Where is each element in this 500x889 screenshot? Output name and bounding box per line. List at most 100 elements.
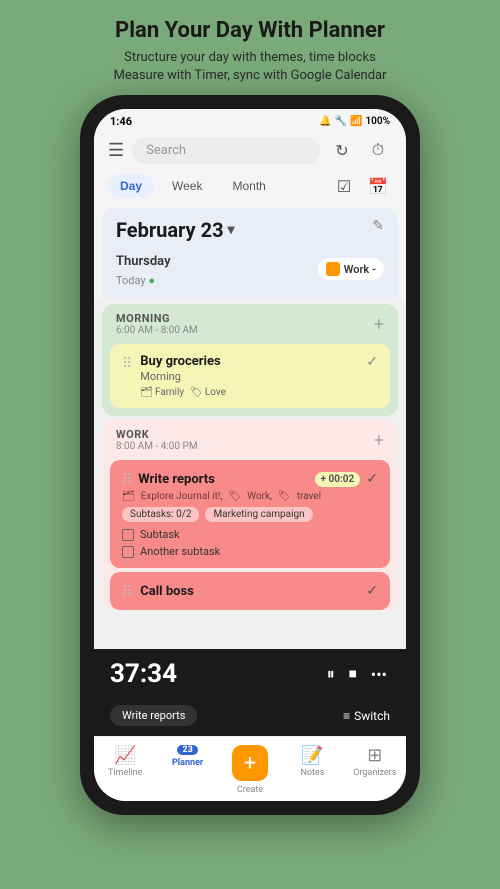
notification-icon: 🔔 [319,116,331,127]
organizers-icon: ⊞ [367,745,382,766]
timeline-label: Timeline [108,768,142,778]
work-section: WORK 8:00 AM - 4:00 PM + ⠿ Write reports… [102,420,398,610]
notes-icon: 📝 [301,745,323,766]
planner-badge: 23 [177,745,197,755]
task-check-icon[interactable]: ✓ [366,354,378,370]
morning-section: MORNING 6:00 AM - 8:00 AM + ⠿ Buy grocer… [102,304,398,416]
work-badge-label: Work - [344,263,376,276]
create-button[interactable]: + [232,745,268,781]
battery-indicator: 100% [365,116,390,127]
task-tags: 🗂 Family 🏷 Love [140,387,358,398]
work-tag-journal-icon: 🗂 [122,491,135,502]
subtasks-chip[interactable]: Subtasks: 0/2 [122,507,199,522]
morning-section-header: MORNING 6:00 AM - 8:00 AM + [102,304,398,340]
task-tag-family: 🗂 Family [140,387,184,398]
status-time: 1:46 [110,115,132,128]
status-icons: 🔔 🔧 📶 100% [319,116,390,127]
phone-frame: 1:46 🔔 🔧 📶 100% ☰ Search ↻ ⏱ Day Week Mo… [80,95,420,815]
work-drag-handle-icon: ⠿ [122,470,132,488]
timeline-icon: 📈 [114,745,136,766]
nav-create[interactable]: + Create [219,737,281,801]
day-label: Thursday [116,254,171,269]
work-section-header: WORK 8:00 AM - 4:00 PM + [102,420,398,456]
nav-timeline[interactable]: 📈 Timeline [94,737,156,801]
notes-label: Notes [300,768,324,778]
app-header: ☰ Search ↻ ⏱ [94,132,406,172]
menu-icon[interactable]: ☰ [108,140,124,161]
work-task-title: Write reports [138,472,308,487]
search-bar[interactable]: Search [132,137,320,164]
refresh-icon[interactable]: ↻ [328,136,356,164]
check-list-icon[interactable]: ☑ [330,172,358,200]
call-boss-check-icon[interactable]: ✓ [366,583,378,599]
task-info: Buy groceries Morning 🗂 Family 🏷 Love [140,354,358,398]
create-label: Create [237,785,263,795]
planner-label: Planner [172,758,203,768]
task-title: Buy groceries [140,354,358,369]
work-theme-icon [326,262,340,276]
folder-icon: 🗂 [140,387,153,398]
task-subtitle: Morning [140,370,358,383]
timer-bar: 37:34 ⏸ ⏹ ••• [94,649,406,699]
subtask-2[interactable]: Another subtask [122,545,378,558]
page-subtitle: Structure your day with themes, time blo… [20,49,480,85]
timer-display: 37:34 [110,659,177,689]
page-title: Plan Your Day With Planner [20,18,480,43]
switch-button[interactable]: ≡ Switch [343,709,390,723]
nav-planner[interactable]: 23 Planner [156,737,218,801]
today-label: Today ● [116,274,155,287]
timer-icon[interactable]: ⏱ [364,136,392,164]
subtask-label-2: Another subtask [140,545,220,558]
tab-week[interactable]: Week [160,174,214,198]
work-add-button[interactable]: + [374,430,384,451]
work-tag-travel-icon: 🏷 [278,491,291,502]
phone-screen: 1:46 🔔 🔧 📶 100% ☰ Search ↻ ⏱ Day Week Mo… [94,109,406,801]
work-task-top: ⠿ Write reports + 00:02 ✓ [122,470,378,488]
subtask-checkbox-2[interactable] [122,546,134,558]
work-task-check-icon[interactable]: ✓ [366,471,378,487]
timer-badge: + 00:02 [315,472,361,487]
date-title: February 23 ▾ [116,218,235,242]
work-section-title: WORK [116,428,198,441]
timer-task-label[interactable]: Write reports [110,705,197,726]
work-task-card-1[interactable]: ⠿ Write reports + 00:02 ✓ 🗂 Explore Jour… [110,460,390,568]
status-bar: 1:46 🔔 🔧 📶 100% [94,109,406,132]
pause-icon[interactable]: ⏸ [327,664,335,684]
work-badge[interactable]: Work - [318,258,384,280]
signal-icon: 📶 [350,116,362,127]
date-subrow: Thursday Today ● Work - [102,250,398,298]
work-task-tags: 🗂 Explore Journal it!, 🏷 Work, 🏷 travel [122,491,378,502]
stop-icon[interactable]: ⏹ [349,664,357,684]
more-options-icon[interactable]: ••• [371,665,387,684]
scroll-content: MORNING 6:00 AM - 8:00 AM + ⠿ Buy grocer… [94,298,406,649]
campaign-chip[interactable]: Marketing campaign [205,507,312,522]
edit-icon[interactable]: ✎ [372,218,384,234]
morning-add-button[interactable]: + [374,314,384,335]
organizers-label: Organizers [353,768,396,778]
timer-controls: ⏸ ⏹ ••• [324,664,390,684]
date-chevron-icon[interactable]: ▾ [228,222,235,238]
tab-bar: Day Week Month ☑ 📅 [94,172,406,208]
subtask-checkbox-1[interactable] [122,529,134,541]
settings-icon: 🔧 [335,116,347,127]
call-boss-title: Call boss [140,584,358,599]
today-dot: ● [148,274,155,287]
switch-icon: ≡ [343,709,350,723]
nav-notes[interactable]: 📝 Notes [281,737,343,801]
bottom-nav: 📈 Timeline 23 Planner + Create 📝 Notes ⊞… [94,736,406,801]
task-tag-love: 🏷 Love [190,387,226,398]
call-boss-drag-handle: ⠿ [122,582,132,600]
calendar-icon[interactable]: 📅 [364,172,392,200]
morning-task-card[interactable]: ⠿ Buy groceries Morning 🗂 Family 🏷 Love [110,344,390,408]
nav-organizers[interactable]: ⊞ Organizers [344,737,406,801]
call-boss-task-card[interactable]: ⠿ Call boss ✓ [110,572,390,610]
tab-month[interactable]: Month [220,174,277,198]
tab-day[interactable]: Day [108,174,154,198]
morning-section-title: MORNING [116,312,198,325]
date-header: February 23 ▾ ✎ [102,208,398,250]
drag-handle-icon: ⠿ [122,354,132,372]
heart-icon: 🏷 [190,387,203,398]
work-section-time: 8:00 AM - 4:00 PM [116,441,198,452]
subtask-label-1: Subtask [140,528,180,541]
subtask-1[interactable]: Subtask [122,528,378,541]
